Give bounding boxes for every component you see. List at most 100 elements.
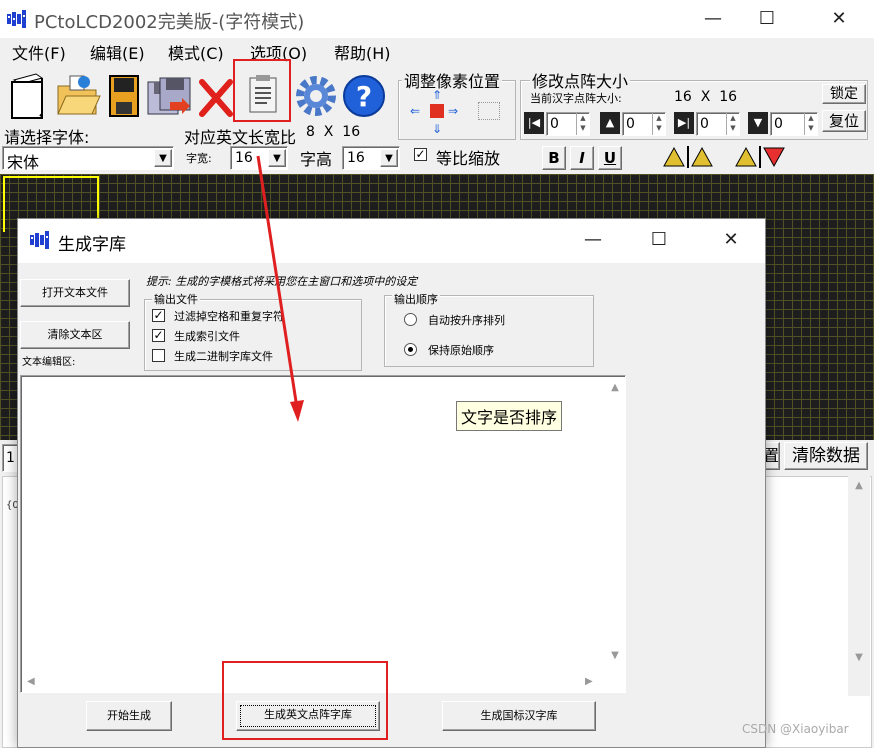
spin-input-4[interactable]: 0 ▲ ▼	[770, 112, 818, 136]
ratio-value: 8 X 16	[306, 124, 361, 140]
spin-input-4-value: 0	[774, 116, 783, 132]
clear-text-area-button[interactable]: 清除文本区	[20, 321, 130, 349]
annotation-arrow	[250, 150, 310, 430]
dotted-frame-icon	[478, 102, 500, 120]
open-folder-icon[interactable]	[54, 72, 102, 118]
chevron-down-icon[interactable]: ▼	[154, 149, 172, 167]
scroll-left-icon[interactable]: ◀	[27, 676, 35, 687]
shift-right-icon[interactable]: ⇒	[448, 104, 464, 118]
delete-x-icon[interactable]	[198, 78, 234, 118]
close-button[interactable]: ✕	[812, 0, 866, 38]
svg-text:?: ?	[356, 80, 372, 113]
clear-data-button[interactable]: 清除数据	[784, 442, 868, 470]
arrow-up-end-icon: ▲	[600, 112, 620, 134]
main-scrollbar[interactable]: ▲ ▼	[848, 476, 870, 696]
main-left-field-value: 1	[6, 450, 15, 466]
watermark: CSDN @Xiaoyibar	[742, 722, 849, 736]
arrow-right-end-icon: ▶|	[674, 112, 694, 134]
ascending-radio[interactable]	[404, 313, 417, 326]
reset-button[interactable]: 复位	[822, 110, 866, 132]
spin-input-3-value: 0	[700, 116, 709, 132]
save-as-icon[interactable]	[146, 76, 194, 118]
toolbar: ?	[0, 59, 400, 122]
app-logo-icon	[7, 10, 29, 28]
current-matrix-value: 16 X 16	[674, 89, 738, 105]
flip-vertical-icon[interactable]	[732, 144, 788, 170]
scroll-right-icon[interactable]: ▶	[585, 676, 593, 687]
shift-down-icon[interactable]: ⇓	[432, 122, 446, 136]
menu-bar: 文件(F) 编辑(E) 模式(C) 选项(O) 帮助(H)	[0, 42, 874, 66]
generate-gb-library-button[interactable]: 生成国标汉字库	[442, 701, 596, 731]
binary-file-checkbox[interactable]	[152, 349, 165, 362]
scroll-up-icon[interactable]: ▲	[848, 480, 870, 491]
matrix-size-label: 修改点阵大小	[530, 68, 631, 92]
text-edit-vscroll[interactable]: ▲ ▼	[605, 376, 625, 672]
font-select[interactable]: 宋体 ▼	[2, 146, 174, 172]
ascending-label: 自动按升序排列	[428, 314, 505, 327]
dialog-logo-icon	[30, 231, 52, 249]
menu-file[interactable]: 文件(F)	[12, 44, 66, 64]
new-file-icon[interactable]	[6, 70, 52, 120]
height-select[interactable]: 16 ▼	[342, 146, 400, 170]
spin-input-1-arrows[interactable]: ▲ ▼	[576, 113, 589, 135]
keep-order-radio[interactable]	[404, 343, 417, 356]
dialog-close-button[interactable]: ✕	[708, 221, 754, 261]
lock-button[interactable]: 锁定	[822, 84, 866, 104]
italic-button[interactable]: I	[570, 146, 594, 170]
index-file-checkbox[interactable]: ✓	[152, 329, 165, 342]
scale-label: 等比缩放	[436, 149, 501, 168]
maximize-button[interactable]: ☐	[744, 0, 790, 38]
flip-horizontal-icon[interactable]	[660, 144, 716, 170]
dialog-title-bar: 生成字库 — ☐ ✕	[18, 219, 765, 263]
settings-gear-icon[interactable]	[294, 74, 338, 118]
spin-input-4-arrows[interactable]: ▲ ▼	[804, 113, 817, 135]
dialog-title: 生成字库	[58, 235, 126, 255]
dialog-maximize-button[interactable]: ☐	[636, 221, 682, 261]
width-label: 字宽:	[186, 152, 212, 165]
index-file-label: 生成索引文件	[174, 330, 240, 343]
text-area-label: 文本编辑区:	[22, 357, 76, 368]
adjust-pixel-label: 调整像素位置	[402, 68, 503, 92]
menu-help[interactable]: 帮助(H)	[334, 44, 391, 64]
filter-spaces-checkbox[interactable]: ✓	[152, 309, 165, 322]
arrow-left-end-icon: |◀	[524, 112, 544, 134]
scroll-up-icon[interactable]: ▲	[605, 382, 625, 393]
main-title-bar: PCtoLCD2002完美版-(字符模式) — ☐ ✕	[0, 0, 874, 38]
scroll-down-icon[interactable]: ▼	[605, 650, 625, 661]
spin-input-3-arrows[interactable]: ▲ ▼	[726, 113, 739, 135]
spin-input-2-arrows[interactable]: ▲ ▼	[652, 113, 665, 135]
shift-center-icon[interactable]	[430, 104, 444, 118]
bold-button[interactable]: B	[542, 146, 566, 170]
font-select-value: 宋体	[7, 153, 40, 172]
keep-order-label: 保持原始顺序	[428, 344, 494, 357]
shift-left-icon[interactable]: ⇐	[410, 104, 426, 118]
shift-up-icon[interactable]: ⇑	[432, 88, 446, 102]
height-select-value: 16	[347, 150, 365, 166]
save-disk-icon[interactable]	[106, 74, 142, 118]
current-matrix-label: 当前汉字点阵大小:	[530, 92, 622, 105]
chevron-down-icon[interactable]: ▼	[380, 149, 398, 167]
underline-button[interactable]: U	[598, 146, 622, 170]
help-question-icon[interactable]: ?	[342, 74, 386, 118]
select-font-label: 请选择字体:	[4, 128, 90, 147]
spin-input-1-value: 0	[550, 116, 559, 132]
menu-edit[interactable]: 编辑(E)	[90, 44, 145, 64]
scroll-down-icon[interactable]: ▼	[848, 652, 870, 663]
arrow-down-end-icon: ▼	[748, 112, 768, 134]
sort-tooltip: 文字是否排序	[456, 401, 563, 431]
annotation-highlight-toolbar	[233, 59, 291, 122]
spin-input-2[interactable]: 0 ▲ ▼	[622, 112, 666, 136]
open-text-file-button[interactable]: 打开文本文件	[20, 279, 130, 307]
spin-input-2-value: 0	[626, 116, 635, 132]
output-order-label: 输出顺序	[392, 291, 440, 307]
start-generate-button[interactable]: 开始生成	[86, 701, 172, 731]
annotation-highlight-button	[222, 661, 388, 740]
minimize-button[interactable]: —	[690, 0, 736, 38]
spin-input-3[interactable]: 0 ▲ ▼	[696, 112, 740, 136]
menu-mode[interactable]: 模式(C)	[168, 44, 224, 64]
spin-input-1[interactable]: 0 ▲ ▼	[546, 112, 590, 136]
generate-library-dialog: 生成字库 — ☐ ✕ 打开文本文件 清除文本区 文本编辑区: 提示: 生成的字模…	[17, 218, 766, 748]
dialog-minimize-button[interactable]: —	[570, 221, 616, 261]
main-left-field[interactable]: 1	[2, 444, 18, 472]
scale-checkbox[interactable]: ✓	[414, 148, 427, 161]
